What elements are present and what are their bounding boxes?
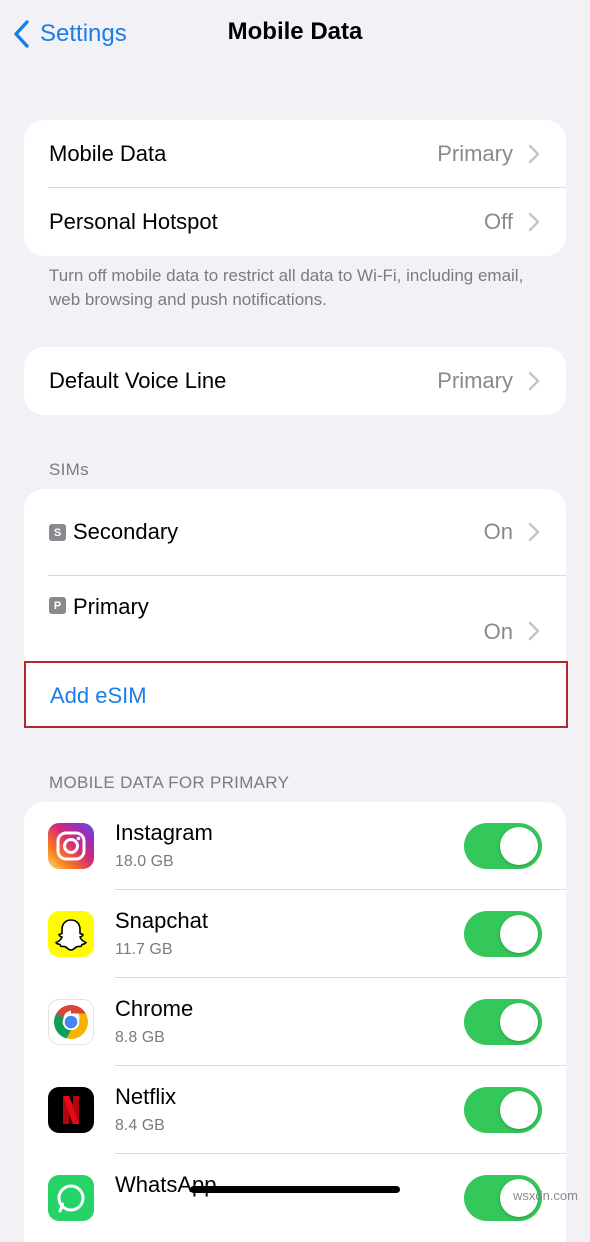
row-label: Default Voice Line bbox=[49, 368, 227, 393]
page-title: Mobile Data bbox=[227, 18, 363, 45]
row-value: Off bbox=[484, 209, 513, 234]
snapchat-icon bbox=[48, 911, 94, 957]
add-esim-button[interactable]: Add eSIM bbox=[24, 661, 568, 728]
default-voice-line-row[interactable]: Default Voice Line Primary bbox=[24, 347, 566, 415]
mobile-data-group: Mobile Data Primary Personal Hotspot Off bbox=[24, 120, 566, 256]
personal-hotspot-row[interactable]: Personal Hotspot Off bbox=[24, 188, 566, 256]
app-data-usage: 18.0 GB bbox=[115, 853, 174, 870]
home-indicator[interactable] bbox=[190, 1186, 400, 1193]
netflix-data-toggle[interactable] bbox=[464, 1087, 542, 1133]
netflix-icon bbox=[48, 1087, 94, 1133]
row-label: Mobile Data bbox=[49, 141, 167, 166]
chevron-right-icon bbox=[528, 371, 540, 391]
app-row-whatsapp: WhatsApp bbox=[24, 1154, 566, 1242]
sims-section-header: SIMs bbox=[49, 460, 89, 479]
app-name: WhatsApp bbox=[115, 1172, 217, 1197]
instagram-icon bbox=[48, 823, 94, 869]
add-esim-label: Add eSIM bbox=[50, 683, 147, 708]
toggle-knob bbox=[500, 1091, 538, 1129]
sim-status: On bbox=[483, 519, 513, 544]
sim-label: Secondary bbox=[73, 519, 179, 544]
app-name: Instagram bbox=[115, 820, 213, 845]
row-value: Primary bbox=[437, 368, 513, 393]
app-data-usage: 11.7 GB bbox=[115, 941, 173, 958]
chevron-right-icon bbox=[528, 212, 540, 232]
app-name: Netflix bbox=[115, 1084, 177, 1109]
toggle-knob bbox=[500, 1003, 538, 1041]
app-row-netflix: Netflix 8.4 GB bbox=[24, 1066, 566, 1154]
instagram-data-toggle[interactable] bbox=[464, 823, 542, 869]
apps-section-header: MOBILE DATA FOR PRIMARY bbox=[49, 773, 290, 792]
sim-primary-row[interactable]: P Primary On bbox=[24, 576, 566, 661]
mobile-data-footer: Turn off mobile data to restrict all dat… bbox=[49, 266, 524, 309]
navigation-bar: Settings Mobile Data bbox=[0, 0, 590, 70]
chrome-icon bbox=[48, 999, 94, 1045]
row-value: Primary bbox=[437, 141, 513, 166]
chrome-data-toggle[interactable] bbox=[464, 999, 542, 1045]
sim-label: Primary bbox=[73, 594, 149, 619]
chevron-right-icon bbox=[528, 522, 540, 542]
sim-status: On bbox=[483, 619, 513, 644]
apps-group: Instagram 18.0 GB Snapchat 11.7 GB Chrom… bbox=[24, 802, 566, 1242]
whatsapp-icon bbox=[48, 1175, 94, 1221]
chevron-right-icon bbox=[528, 621, 540, 641]
app-row-snapchat: Snapchat 11.7 GB bbox=[24, 890, 566, 978]
app-data-usage: 8.4 GB bbox=[115, 1117, 165, 1134]
voice-line-group: Default Voice Line Primary bbox=[24, 347, 566, 415]
sim-badge-icon: S bbox=[49, 524, 66, 541]
app-row-instagram: Instagram 18.0 GB bbox=[24, 802, 566, 890]
snapchat-data-toggle[interactable] bbox=[464, 911, 542, 957]
app-name: Snapchat bbox=[115, 908, 208, 933]
row-label: Personal Hotspot bbox=[49, 209, 218, 234]
toggle-knob bbox=[500, 827, 538, 865]
toggle-knob bbox=[500, 915, 538, 953]
app-name: Chrome bbox=[115, 996, 194, 1021]
sim-badge-icon: P bbox=[49, 597, 66, 614]
app-data-usage: 8.8 GB bbox=[115, 1029, 165, 1046]
watermark-text: wsxdn.com bbox=[512, 1188, 578, 1203]
sim-secondary-row[interactable]: S Secondary On bbox=[24, 489, 566, 575]
mobile-data-row[interactable]: Mobile Data Primary bbox=[24, 120, 566, 188]
chevron-right-icon bbox=[528, 144, 540, 164]
app-row-chrome: Chrome 8.8 GB bbox=[24, 978, 566, 1066]
